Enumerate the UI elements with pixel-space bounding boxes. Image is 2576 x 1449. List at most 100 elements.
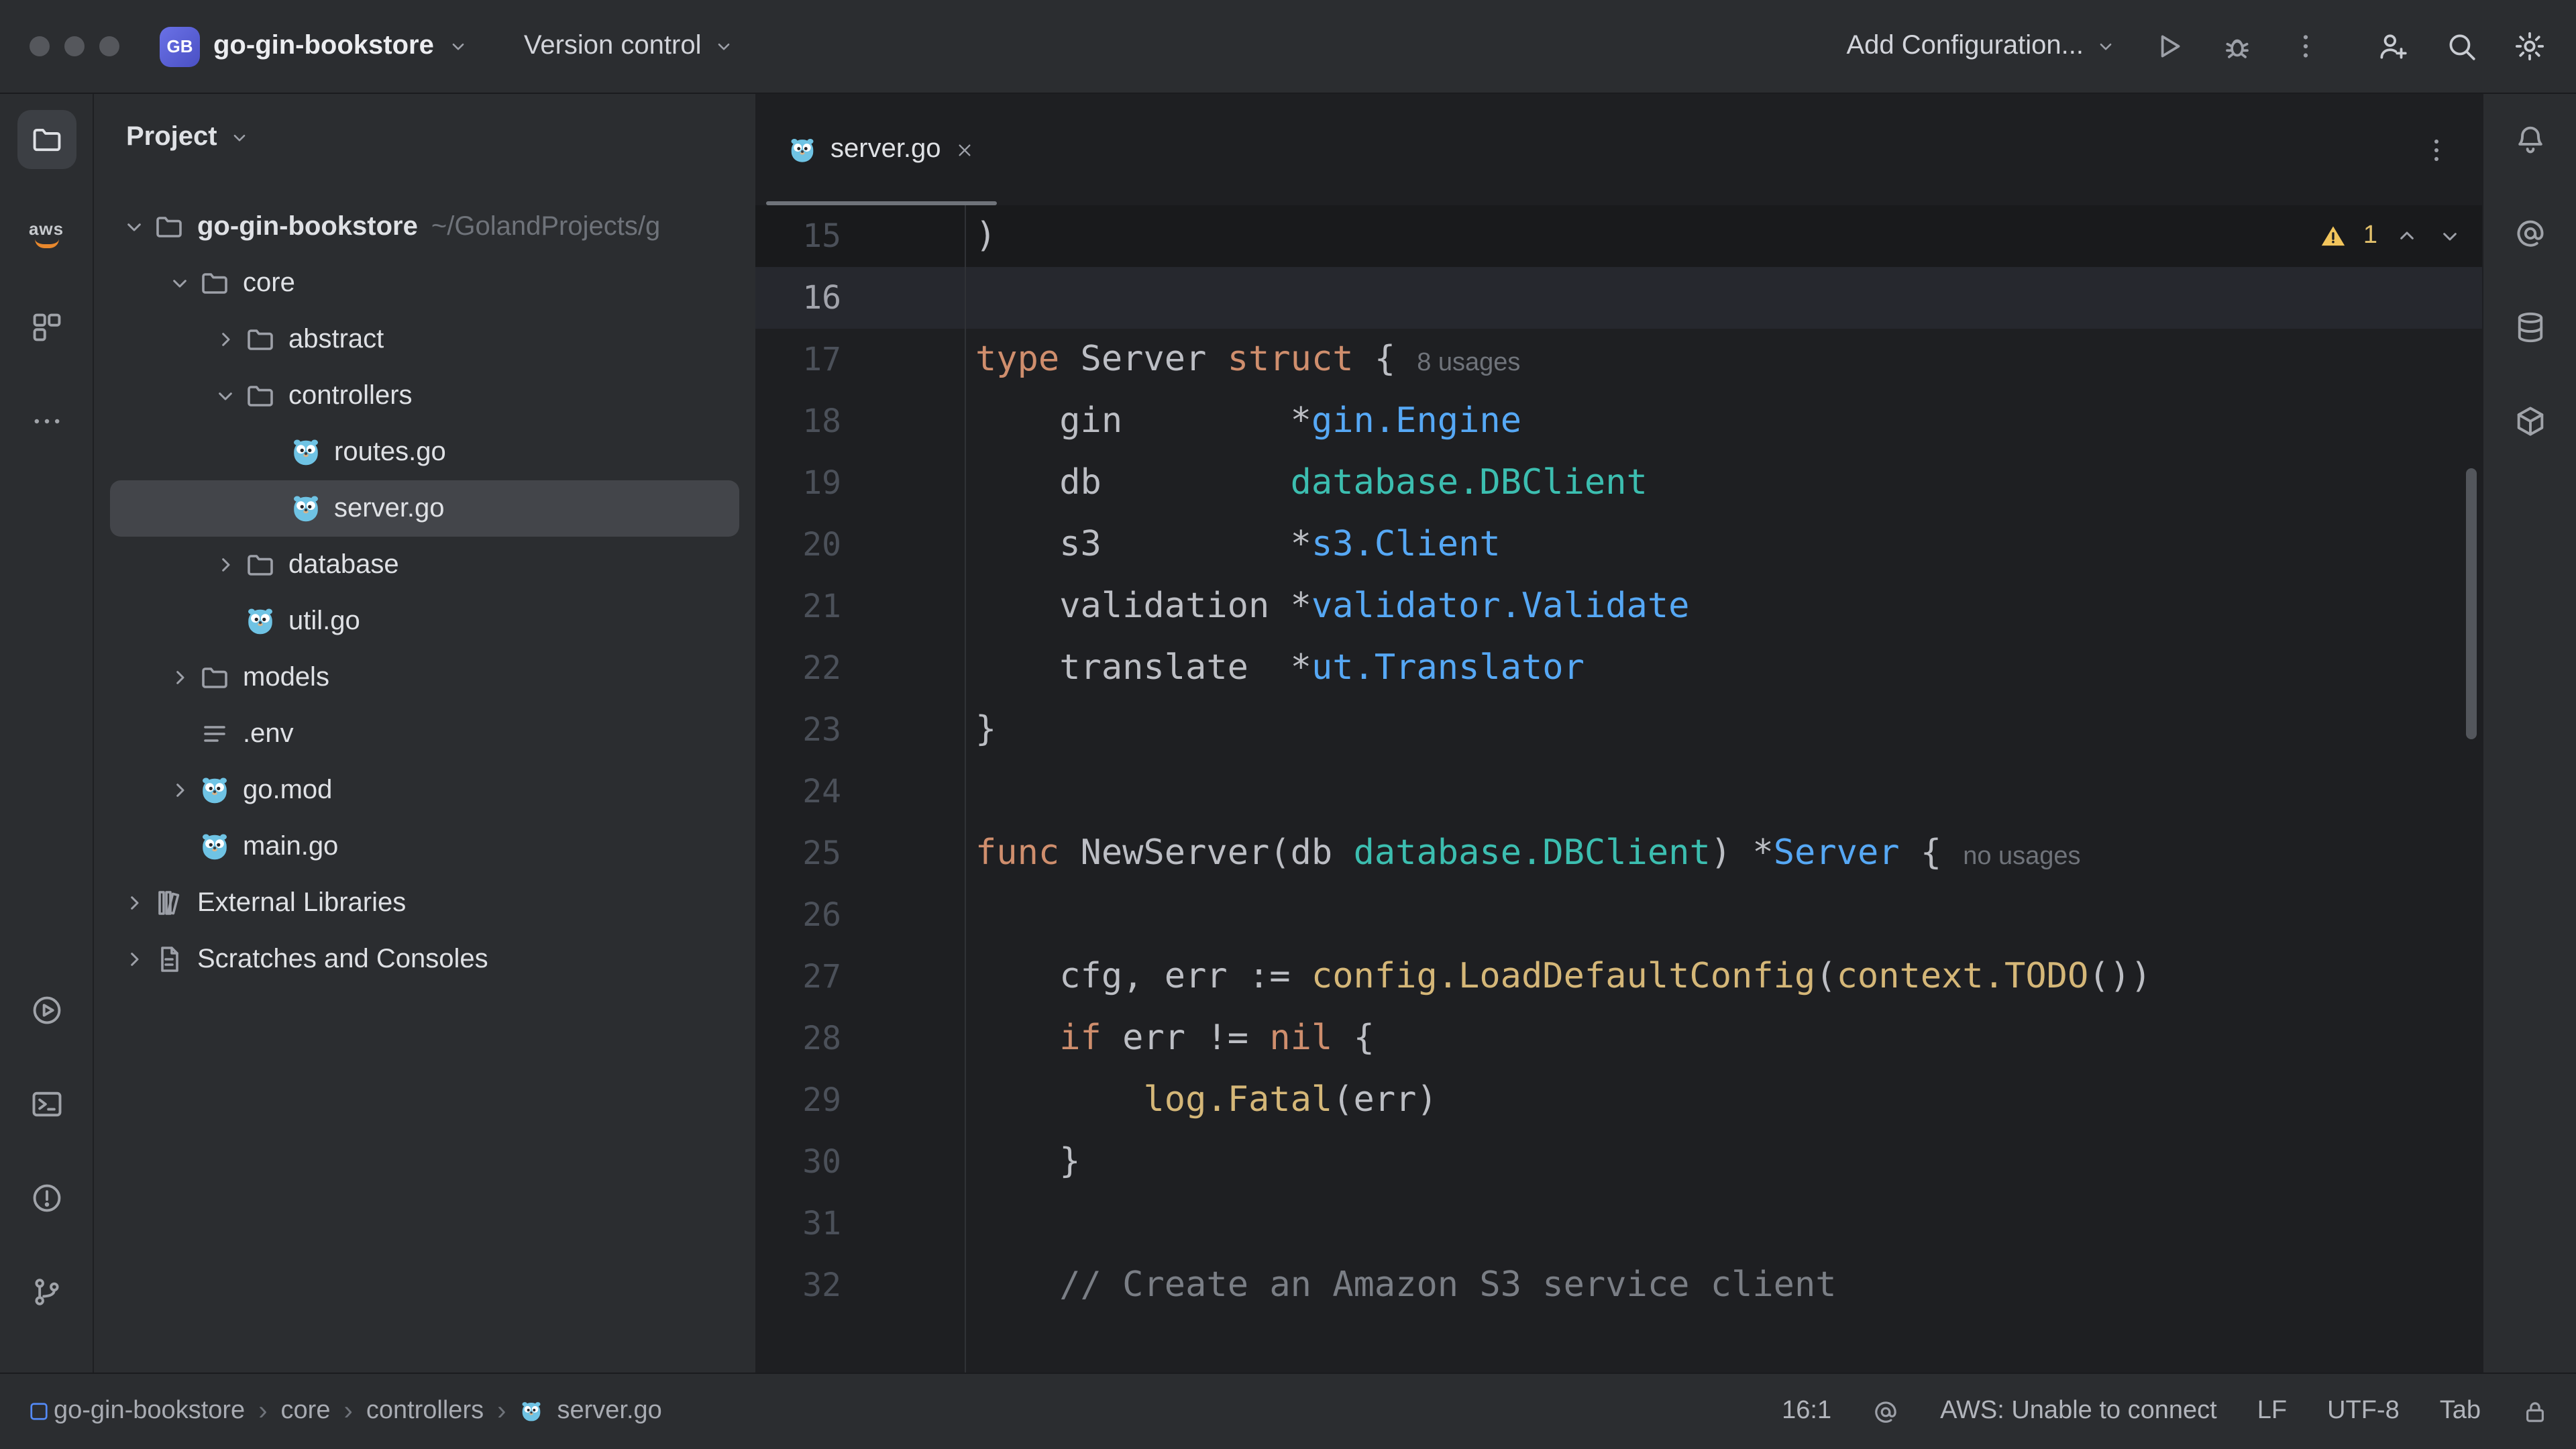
window-controls[interactable] [30,36,119,56]
tree-item-go-gin-bookstore[interactable]: go-gin-bookstore ~/GolandProjects/g [110,199,739,255]
code-line-16[interactable]: 16 [755,267,2482,329]
breadcrumbs: go-gin-bookstore › core › controllers › server… [54,1396,662,1427]
tree-item-util-go[interactable]: util.go [110,593,739,649]
chevron-down-icon[interactable] [2436,223,2463,250]
project-panel-header[interactable]: Project [94,94,755,180]
indent-style[interactable]: Tab [2440,1397,2481,1426]
line-separator[interactable]: LF [2257,1397,2287,1426]
code-line-26[interactable]: 26 [755,884,2482,946]
dependencies-icon [2512,404,2547,439]
tool-terminal-button[interactable] [17,1075,76,1134]
debug-icon[interactable] [2220,30,2254,63]
tool-more-horizontal-button[interactable] [17,392,76,451]
lock-icon[interactable] [2521,1397,2549,1426]
code-line-19[interactable]: 19 db database.DBClient [755,452,2482,514]
tool-database-button[interactable] [2500,298,2559,357]
tool-project-button[interactable] [17,110,76,169]
tree-item-label: database [288,549,399,579]
usages-inlay[interactable]: no usages [1963,843,2080,871]
chevron-down-icon[interactable] [115,213,153,240]
search-icon[interactable] [2445,30,2478,63]
chevron-right-icon[interactable] [207,326,244,353]
window-zoom-button[interactable] [99,36,119,56]
tool-problems-button[interactable] [17,1169,76,1228]
tree-item-routes-go[interactable]: routes.go [110,424,739,480]
code-line-30[interactable]: 30 } [755,1131,2482,1193]
tool-run-circle-button[interactable] [17,981,76,1040]
ai-assistant-icon[interactable] [1872,1397,1900,1426]
settings-icon[interactable] [2513,30,2546,63]
editor-scrollbar[interactable] [2466,468,2477,739]
tool-aws-button[interactable]: aws [17,204,76,263]
code-line-23[interactable]: 23} [755,699,2482,761]
code-line-24[interactable]: 24 [755,761,2482,822]
tree-item-go-mod[interactable]: go.mod [110,762,739,818]
tree-item-core[interactable]: core [110,255,739,311]
code-line-32[interactable]: 32 // Create an Amazon S3 service client [755,1254,2482,1316]
tab-server-go[interactable]: server.go [763,94,1000,205]
code-line-28[interactable]: 28 if err != nil { [755,1008,2482,1069]
aws-connection-status[interactable]: AWS: Unable to connect [1940,1397,2217,1426]
editor-options-icon[interactable] [2420,133,2453,166]
line-number: 24 [802,773,841,810]
line-number: 25 [802,835,841,872]
file-encoding[interactable]: UTF-8 [2327,1397,2400,1426]
code-line-27[interactable]: 27 cfg, err := config.LoadDefaultConfig(… [755,946,2482,1008]
code-area[interactable]: 15) 16 17 type Server struct {8 usages 18 gi… [755,205,2482,1373]
tree-item-env[interactable]: .env [110,706,739,762]
chevron-right-icon[interactable] [161,664,199,691]
code-line-17[interactable]: 17 type Server struct {8 usages [755,329,2482,390]
line-number: 30 [802,1143,841,1181]
chevron-up-icon[interactable] [2394,223,2420,250]
run-config-selector[interactable]: Add Configuration... [1846,31,2117,62]
tree-item-database[interactable]: database [110,537,739,593]
code-text: s3 *s3.Client [975,525,1501,565]
chevron-down-icon[interactable] [207,382,244,409]
caret-position[interactable]: 16:1 [1782,1397,1831,1426]
tree-item-label: go-gin-bookstore [197,211,418,241]
tool-dependencies-button[interactable] [2500,392,2559,451]
code-line-18[interactable]: 18 gin *gin.Engine [755,390,2482,452]
breadcrumb-item[interactable]: controllers [366,1397,484,1426]
inspections-widget[interactable]: 1 [2320,205,2463,267]
go-file-icon [788,135,817,164]
tool-structure-button[interactable] [17,298,76,357]
code-line-21[interactable]: 21 validation *validator.Validate [755,576,2482,637]
breadcrumb-item[interactable]: go-gin-bookstore [54,1397,245,1426]
code-line-22[interactable]: 22 translate *ut.Translator [755,637,2482,699]
code-line-31[interactable]: 31 [755,1193,2482,1254]
chevron-right-icon[interactable] [207,551,244,578]
tree-item-controllers[interactable]: controllers [110,368,739,424]
run-icon[interactable] [2152,30,2186,63]
chevron-right-icon[interactable] [161,777,199,804]
tree-item-scratches-and-consoles[interactable]: Scratches and Consoles [110,931,739,987]
tree-item-models[interactable]: models [110,649,739,706]
vcs-widget[interactable]: Version control [524,31,735,62]
close-icon[interactable] [955,139,976,160]
tool-ai-assistant-button[interactable] [2500,204,2559,263]
add-user-icon[interactable] [2376,30,2410,63]
tree-item-abstract[interactable]: abstract [110,311,739,368]
line-number: 23 [802,711,841,749]
tool-git-branch-button[interactable] [17,1263,76,1322]
breadcrumb-item[interactable]: server.go [557,1397,661,1426]
tree-item-main-go[interactable]: main.go [110,818,739,875]
chevron-right-icon[interactable] [115,890,153,916]
project-widget[interactable]: GB go-gin-bookstore [160,26,470,66]
code-rows: 15) 16 17 type Server struct {8 usages 18 gi… [755,205,2482,1316]
window-close-button[interactable] [30,36,50,56]
tree-item-server-go[interactable]: server.go [110,480,739,537]
chevron-down-icon[interactable] [161,270,199,297]
code-line-29[interactable]: 29 log.Fatal(err) [755,1069,2482,1131]
code-line-25[interactable]: 25 func NewServer(db database.DBClient) *… [755,822,2482,884]
more-icon[interactable] [2289,30,2322,63]
usages-inlay[interactable]: 8 usages [1417,349,1520,377]
code-line-15[interactable]: 15) [755,205,2482,267]
tree-item-external-libraries[interactable]: External Libraries [110,875,739,931]
chevron-right-icon[interactable] [115,946,153,973]
breadcrumb-item[interactable]: core [281,1397,331,1426]
tool-notifications-button[interactable] [2500,110,2559,169]
code-line-20[interactable]: 20 s3 *s3.Client [755,514,2482,576]
tree-item-label: server.go [334,493,445,523]
window-minimize-button[interactable] [64,36,85,56]
